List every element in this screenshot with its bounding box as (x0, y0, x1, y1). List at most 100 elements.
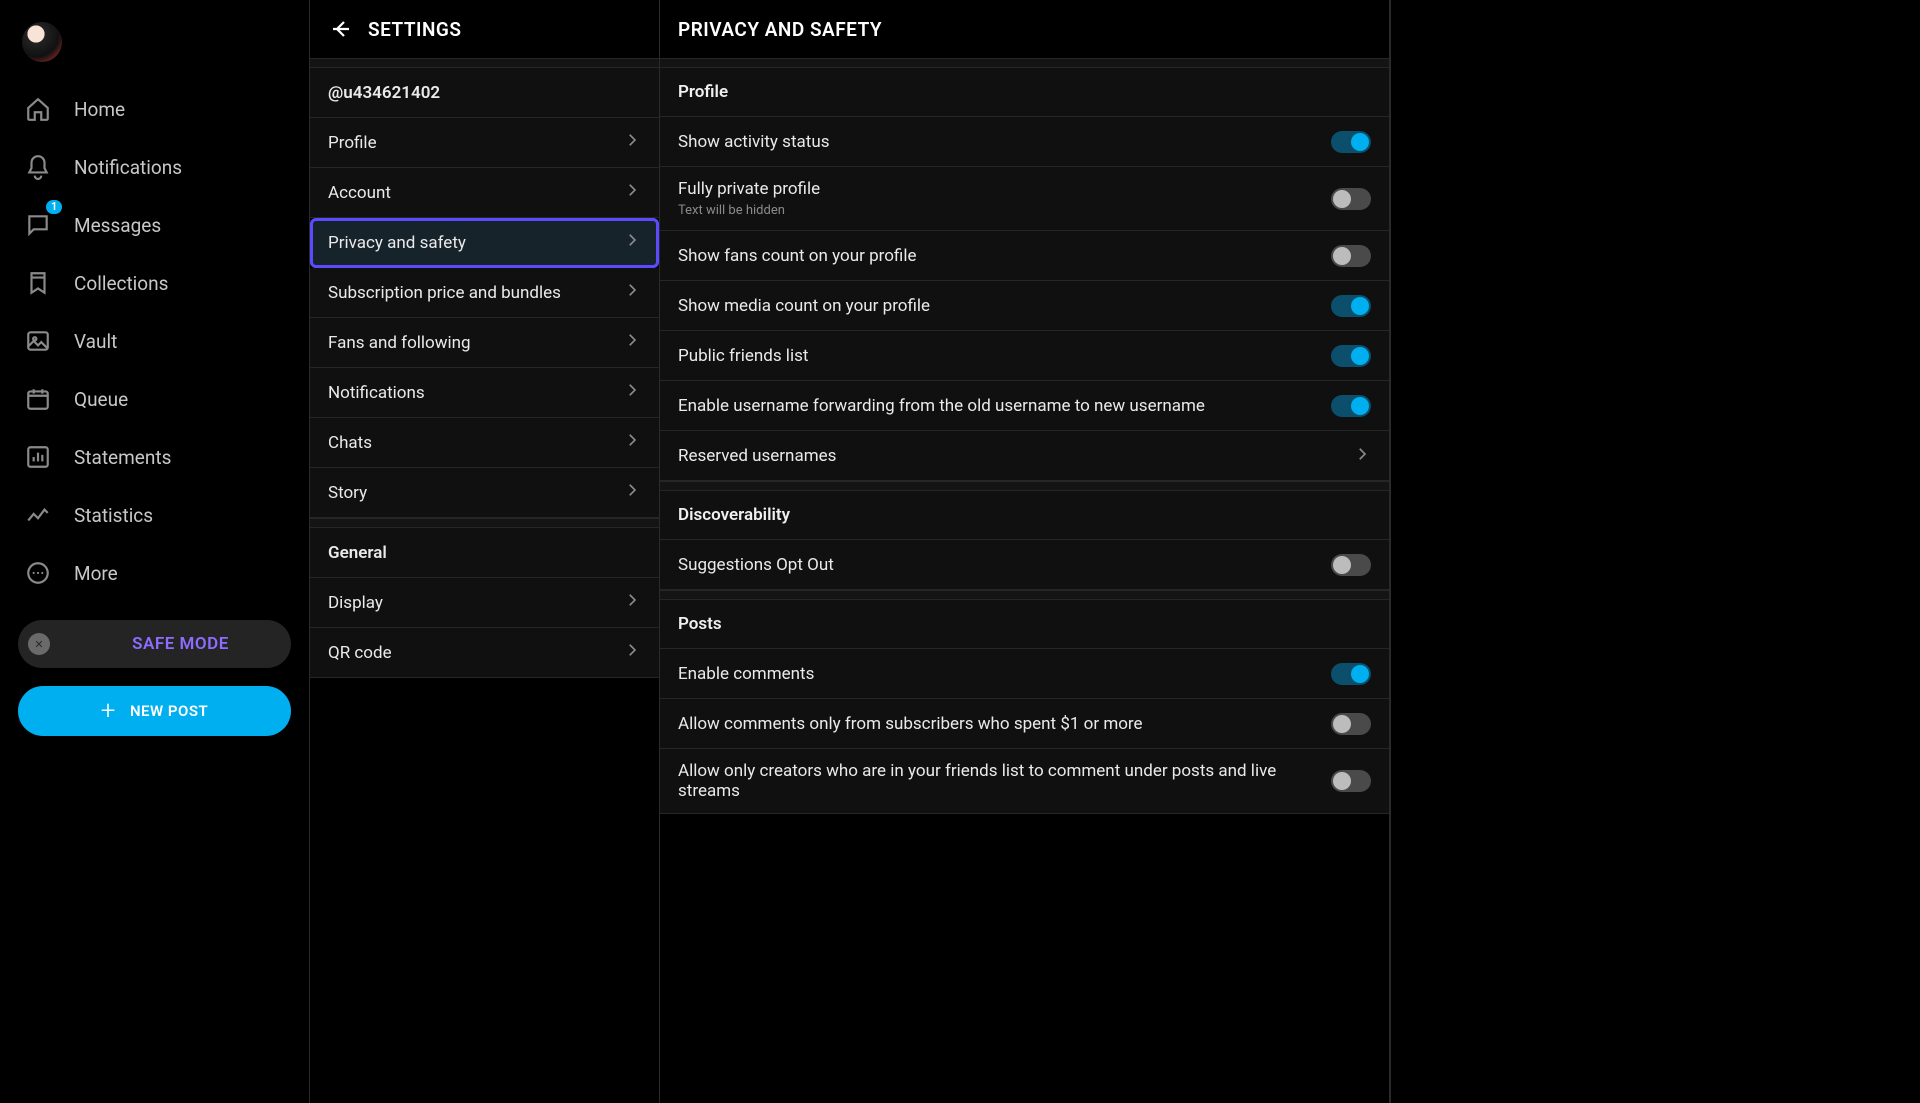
sidebar-item-vault[interactable]: Vault (18, 312, 291, 370)
chevron-right-icon (623, 641, 641, 664)
sidebar-item-statistics[interactable]: Statistics (18, 486, 291, 544)
option-label: Show media count on your profile (678, 296, 930, 316)
option-label: Show activity status (678, 132, 829, 152)
sidebar-item-queue[interactable]: Queue (18, 370, 291, 428)
option-suggestions-opt-out: Suggestions Opt Out (660, 540, 1389, 590)
sidebar-item-label: Messages (74, 214, 161, 237)
option-label: Show fans count on your profile (678, 246, 916, 266)
settings-item-display[interactable]: Display (310, 578, 659, 628)
sidebar-item-statements[interactable]: Statements (18, 428, 291, 486)
option-reserved-usernames[interactable]: Reserved usernames (660, 431, 1389, 481)
option-label: Allow comments only from subscribers who… (678, 714, 1143, 734)
sidebar-item-label: Collections (74, 272, 168, 295)
chevron-right-icon (1353, 445, 1371, 467)
settings-item-chats[interactable]: Chats (310, 418, 659, 468)
chevron-right-icon (623, 431, 641, 454)
settings-item-notifications[interactable]: Notifications (310, 368, 659, 418)
sidebar-item-label: Statements (74, 446, 171, 469)
more-icon (24, 559, 52, 587)
section-header: Profile (660, 68, 1389, 117)
settings-item-profile[interactable]: Profile (310, 118, 659, 168)
divider (310, 518, 659, 528)
chevron-right-icon (623, 281, 641, 304)
toggle[interactable] (1331, 131, 1371, 153)
option-allow-only-creators-who-are-in-your-frie: Allow only creators who are in your frie… (660, 749, 1389, 814)
toggle[interactable] (1331, 188, 1371, 210)
settings-item-privacy-and-safety[interactable]: Privacy and safety (310, 218, 659, 268)
settings-item-story[interactable]: Story (310, 468, 659, 518)
option-fully-private-profile: Fully private profileText will be hidden (660, 167, 1389, 231)
option-sublabel: Text will be hidden (678, 203, 820, 218)
plus-icon: + (101, 696, 116, 726)
option-label: Enable comments (678, 664, 814, 684)
bookmark-icon (24, 269, 52, 297)
avatar[interactable] (22, 22, 62, 62)
bar-chart-icon (24, 443, 52, 471)
option-label: Public friends list (678, 346, 808, 366)
option-label: Enable username forwarding from the old … (678, 396, 1205, 416)
toggle[interactable] (1331, 770, 1371, 792)
toggle[interactable] (1331, 245, 1371, 267)
option-label: Suggestions Opt Out (678, 555, 834, 575)
sidebar-item-messages[interactable]: 1 Messages (18, 196, 291, 254)
sidebar: Home Notifications 1 Messages Collections Vau… (0, 0, 310, 1103)
option-enable-username-forwarding-from-the-old-: Enable username forwarding from the old … (660, 381, 1389, 431)
section-header: Posts (660, 600, 1389, 649)
chevron-right-icon (623, 591, 641, 614)
settings-item-qr-code[interactable]: QR code (310, 628, 659, 678)
toggle[interactable] (1331, 663, 1371, 685)
section-header: Discoverability (660, 491, 1389, 540)
badge: 1 (46, 200, 62, 214)
option-public-friends-list: Public friends list (660, 331, 1389, 381)
sidebar-item-more[interactable]: More (18, 544, 291, 602)
home-icon (24, 95, 52, 123)
chevron-right-icon (623, 481, 641, 504)
sidebar-item-label: Queue (74, 388, 128, 411)
list-row-label: Privacy and safety (328, 233, 466, 253)
divider (660, 481, 1389, 491)
settings-item-fans-and-following[interactable]: Fans and following (310, 318, 659, 368)
toggle[interactable] (1331, 295, 1371, 317)
sidebar-item-home[interactable]: Home (18, 80, 291, 138)
safe-mode-toggle[interactable]: SAFE MODE (18, 620, 291, 668)
sidebar-item-label: Notifications (74, 156, 182, 179)
settings-username: @u434621402 (310, 68, 659, 118)
settings-title: SETTINGS (368, 18, 461, 41)
option-show-media-count-on-your-profile: Show media count on your profile (660, 281, 1389, 331)
toggle[interactable] (1331, 345, 1371, 367)
option-enable-comments: Enable comments (660, 649, 1389, 699)
safe-mode-label: SAFE MODE (90, 634, 271, 654)
list-row-label: Chats (328, 433, 372, 453)
chevron-right-icon (623, 181, 641, 204)
settings-column: SETTINGS @u434621402 ProfileAccount Priva… (310, 0, 660, 1103)
option-label: Allow only creators who are in your frie… (678, 761, 1311, 801)
new-post-button[interactable]: + NEW POST (18, 686, 291, 736)
detail-column: PRIVACY AND SAFETY Profile Show activity … (660, 0, 1390, 1103)
settings-item-account[interactable]: Account (310, 168, 659, 218)
list-row-label: Display (328, 593, 383, 613)
line-chart-icon (24, 501, 52, 529)
detail-header: PRIVACY AND SAFETY (660, 0, 1389, 58)
sidebar-item-label: Home (74, 98, 125, 121)
sidebar-item-label: Vault (74, 330, 117, 353)
new-post-label: NEW POST (130, 702, 208, 720)
detail-title: PRIVACY AND SAFETY (678, 18, 882, 41)
option-show-fans-count-on-your-profile: Show fans count on your profile (660, 231, 1389, 281)
bell-icon (24, 153, 52, 181)
settings-header: SETTINGS (310, 0, 659, 58)
close-icon (28, 633, 50, 655)
sidebar-item-collections[interactable]: Collections (18, 254, 291, 312)
toggle[interactable] (1331, 395, 1371, 417)
option-label: Reserved usernames (678, 446, 836, 466)
toggle[interactable] (1331, 713, 1371, 735)
list-row-label: Notifications (328, 383, 425, 403)
calendar-icon (24, 385, 52, 413)
list-row-label: Fans and following (328, 333, 471, 353)
sidebar-item-notifications[interactable]: Notifications (18, 138, 291, 196)
toggle[interactable] (1331, 554, 1371, 576)
divider (310, 58, 659, 68)
list-row-label: Subscription price and bundles (328, 283, 561, 303)
list-row-label: Story (328, 483, 367, 503)
back-button[interactable] (328, 16, 354, 42)
settings-item-subscription-price-and-bundles[interactable]: Subscription price and bundles (310, 268, 659, 318)
